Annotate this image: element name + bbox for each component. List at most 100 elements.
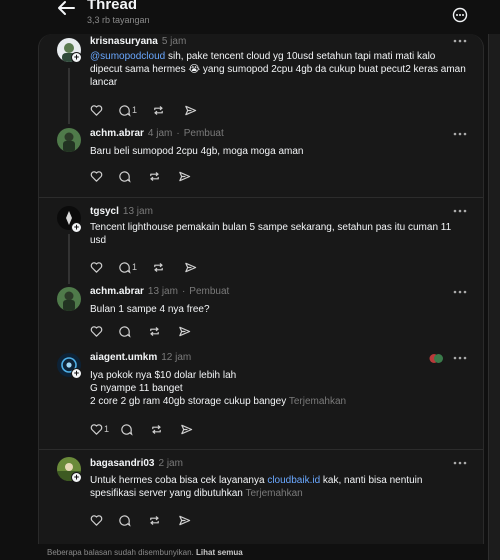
share-button[interactable] — [184, 260, 197, 274]
repost-icon — [154, 105, 163, 115]
post-actions: 1 — [90, 422, 220, 436]
avatar[interactable] — [57, 128, 81, 152]
share-icon — [181, 424, 193, 434]
repost-button[interactable] — [148, 513, 161, 527]
translate-link[interactable]: Terjemahkan — [289, 396, 346, 407]
more-dots-icon[interactable] — [452, 460, 468, 466]
repost-icon — [150, 326, 159, 336]
post-time: 5 jam — [161, 36, 187, 47]
post-username[interactable]: bagasandri03 2 jam — [90, 458, 183, 469]
comment-icon — [119, 104, 131, 117]
like-button[interactable] — [90, 103, 103, 117]
heart-icon — [90, 325, 103, 337]
more-circle-icon[interactable] — [452, 7, 468, 23]
thread-connector — [68, 234, 70, 284]
reply-button[interactable] — [118, 324, 131, 338]
reply-count: 1 — [132, 105, 138, 115]
like-button[interactable] — [90, 324, 103, 338]
reply-button[interactable] — [120, 422, 133, 436]
reply-button[interactable] — [118, 513, 131, 527]
divider — [39, 449, 483, 450]
hidden-replies-note: Beberapa balasan sudah disembunyikan. Li… — [47, 548, 243, 557]
share-button[interactable] — [178, 169, 191, 183]
post-username[interactable]: achm.abrar 13 jam · Pembuat — [90, 286, 229, 297]
view-count: 3,3 rb tayangan — [87, 15, 150, 25]
share-button[interactable] — [178, 513, 191, 527]
follow-plus-icon[interactable]: + — [71, 222, 82, 233]
translate-link[interactable]: Terjemahkan — [245, 488, 302, 499]
like-button[interactable] — [90, 513, 103, 527]
share-icon — [179, 515, 191, 525]
external-link[interactable]: cloudbaik.id — [267, 475, 320, 486]
share-button[interactable] — [184, 103, 197, 117]
repost-icon — [150, 171, 159, 181]
heart-icon — [90, 261, 103, 273]
repost-button[interactable] — [150, 422, 163, 436]
comment-icon — [119, 325, 131, 338]
post-time: 4 jam — [147, 128, 173, 139]
post-username[interactable]: krisnasuryana 5 jam — [90, 36, 186, 47]
more-dots-icon[interactable] — [452, 38, 468, 44]
more-dots-icon[interactable] — [452, 355, 468, 361]
like-button[interactable] — [90, 260, 103, 274]
share-button[interactable] — [180, 422, 193, 436]
post-actions — [90, 513, 220, 527]
like-button[interactable]: 1 — [90, 422, 109, 436]
share-icon — [179, 171, 191, 181]
repost-icon — [150, 515, 159, 525]
post-actions — [90, 324, 220, 338]
more-dots-icon[interactable] — [452, 289, 468, 295]
post-username[interactable]: tgsycl 13 jam — [90, 206, 153, 217]
follow-plus-icon[interactable]: + — [71, 472, 82, 483]
repost-icon — [154, 262, 163, 272]
comment-icon — [121, 423, 133, 436]
share-icon — [185, 105, 197, 115]
thread-connector — [68, 68, 70, 124]
post-text: Baru beli sumopod 2cpu 4gb, moga moga am… — [90, 146, 304, 157]
follow-plus-icon[interactable]: + — [71, 52, 82, 63]
repost-button[interactable] — [152, 103, 165, 117]
post-actions: 1 — [90, 103, 220, 117]
reply-button[interactable]: 1 — [118, 260, 137, 274]
reply-button[interactable]: 1 — [118, 103, 137, 117]
post-text: Iya pokok nya $10 dolar lebih lah G nyam… — [90, 370, 347, 407]
heart-icon — [90, 170, 103, 182]
reply-button[interactable] — [118, 169, 131, 183]
divider — [39, 197, 483, 198]
avatar[interactable] — [57, 287, 81, 311]
replies-panel: + krisnasuryana 5 jam @sumopodcloud sih, … — [38, 34, 484, 544]
more-dots-icon[interactable] — [452, 208, 468, 214]
heart-icon — [90, 104, 103, 116]
repost-button[interactable] — [148, 324, 161, 338]
post-time: 13 jam — [147, 286, 178, 297]
post-actions — [90, 169, 220, 183]
reacted-avatar-icon — [429, 354, 443, 363]
scrollbar[interactable] — [488, 30, 500, 560]
see-all-link[interactable]: Lihat semua — [196, 548, 243, 557]
heart-icon — [90, 423, 103, 435]
post-username[interactable]: achm.abrar 4 jam · Pembuat — [90, 128, 224, 139]
share-button[interactable] — [178, 324, 191, 338]
author-badge: Pembuat — [183, 128, 224, 139]
post-time: 13 jam — [122, 206, 153, 217]
post-time: 2 jam — [158, 458, 183, 469]
share-icon — [179, 326, 191, 336]
repost-button[interactable] — [152, 260, 165, 274]
follow-plus-icon[interactable]: + — [71, 368, 82, 379]
post-text: Tencent lighthouse pemakain bulan 5 samp… — [90, 222, 452, 246]
more-dots-icon[interactable] — [452, 131, 468, 137]
like-count: 1 — [104, 424, 110, 434]
back-arrow-icon[interactable] — [56, 0, 76, 16]
comment-icon — [119, 514, 131, 527]
post-actions: 1 — [90, 260, 220, 274]
repost-button[interactable] — [148, 169, 161, 183]
heart-icon — [90, 514, 103, 526]
comment-icon — [119, 261, 131, 274]
post-username[interactable]: aiagent.umkm 12 jam — [90, 352, 191, 363]
share-icon — [185, 262, 197, 272]
thread-header: Thread 3,3 rb tayangan — [0, 0, 500, 34]
like-button[interactable] — [90, 169, 103, 183]
repost-icon — [152, 424, 161, 434]
page-title: Thread — [87, 0, 138, 13]
mention-link[interactable]: @sumopodcloud — [90, 51, 165, 62]
